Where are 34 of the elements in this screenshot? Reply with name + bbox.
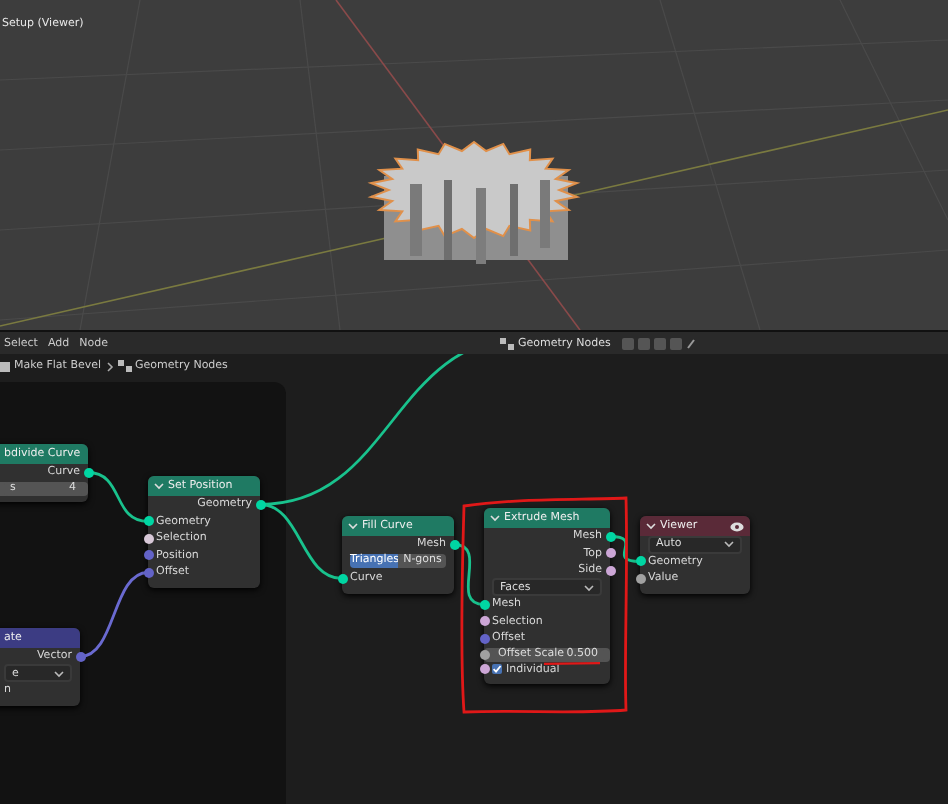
socket-dot[interactable] [479, 633, 489, 644]
socket-dot[interactable] [143, 567, 153, 578]
socket-dot[interactable] [635, 573, 645, 584]
socket-dot[interactable] [479, 650, 489, 661]
socket-dot[interactable] [143, 516, 153, 527]
chevron-icon[interactable] [348, 522, 358, 530]
socket-dot[interactable] [605, 548, 615, 559]
socket-dot[interactable] [635, 556, 645, 567]
socket-dot[interactable] [449, 539, 459, 550]
socket-dot[interactable] [143, 533, 153, 544]
socket-dot[interactable] [75, 651, 85, 662]
chevron-icon[interactable] [646, 522, 656, 530]
chevron-icon[interactable] [54, 669, 64, 678]
chevron-icon[interactable] [154, 482, 164, 490]
node-tree-icon[interactable] [500, 337, 514, 349]
socket-dot[interactable] [479, 616, 489, 627]
node-tree-icon [117, 360, 132, 372]
socket-dot[interactable] [605, 531, 615, 542]
socket-dot[interactable] [143, 550, 153, 561]
socket-dot[interactable] [479, 599, 489, 610]
socket-dot[interactable] [337, 573, 347, 584]
socket-dot[interactable] [479, 664, 489, 675]
annotation-underline [544, 662, 600, 665]
socket-dot[interactable] [255, 499, 265, 510]
socket-dot[interactable] [83, 467, 93, 478]
pin-icon[interactable] [686, 337, 697, 349]
chevron-icon[interactable] [724, 540, 734, 549]
chevron-icon[interactable] [490, 514, 500, 522]
chevron-icon [105, 361, 114, 371]
eye-icon[interactable] [730, 521, 744, 531]
chevron-icon[interactable] [584, 583, 594, 592]
checkbox[interactable] [492, 664, 502, 675]
socket-dot[interactable] [605, 565, 615, 576]
object-icon [0, 361, 10, 371]
